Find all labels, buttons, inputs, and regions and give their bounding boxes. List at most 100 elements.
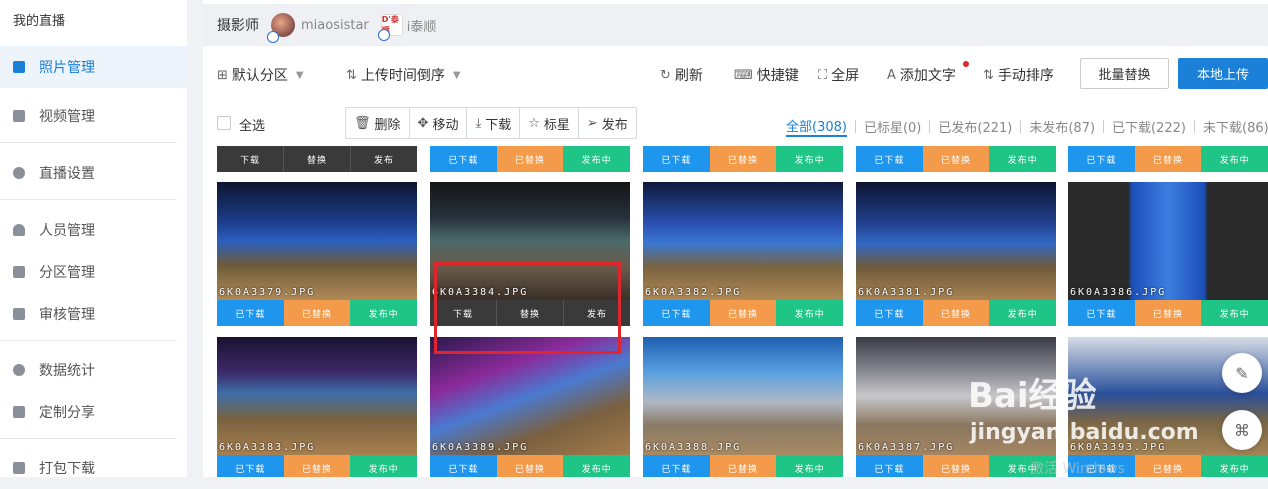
replaced-badge[interactable]: 已替换 bbox=[283, 300, 351, 326]
fullscreen-button[interactable]: ⛶ 全屏 bbox=[818, 65, 859, 85]
replaced-badge[interactable]: 已替换 bbox=[922, 146, 990, 172]
photographer-name: miaosistar bbox=[301, 17, 369, 33]
publishing-badge[interactable]: 发布中 bbox=[350, 300, 417, 326]
grid-icon: ⊞ bbox=[217, 67, 228, 83]
replaced-badge[interactable]: 已替换 bbox=[922, 300, 990, 326]
photo-card[interactable]: 6K0A3386.JPG 已下载 已替换 发布中 bbox=[1068, 182, 1268, 326]
publishing-badge[interactable]: 发布中 bbox=[1201, 455, 1268, 477]
replaced-badge[interactable]: 已替换 bbox=[1134, 300, 1202, 326]
move-button[interactable]: ✥ 移动 bbox=[410, 108, 468, 138]
downloaded-badge[interactable]: 已下载 bbox=[430, 455, 497, 477]
downloaded-badge[interactable]: 已下载 bbox=[856, 146, 923, 172]
sidebar-item-pack-download[interactable]: 打包下载 bbox=[0, 447, 187, 489]
downloaded-badge[interactable]: 已下载 bbox=[643, 300, 710, 326]
share-icon bbox=[13, 406, 25, 418]
filter-not-downloaded[interactable]: 未下载(86) bbox=[1203, 117, 1268, 136]
batch-replace-button[interactable]: 批量替换 bbox=[1080, 58, 1169, 89]
edit-icon[interactable]: ✎ bbox=[1222, 353, 1262, 393]
publishing-badge[interactable]: 发布中 bbox=[776, 300, 843, 326]
filter-downloaded[interactable]: 已下载(222) bbox=[1112, 117, 1186, 136]
publishing-badge[interactable]: 发布中 bbox=[563, 146, 631, 172]
downloaded-badge[interactable]: 已下载 bbox=[1068, 146, 1135, 172]
photo-card[interactable]: 6K0A3388.JPG 已下载 已替换 发布中 bbox=[643, 337, 843, 477]
photo-thumbnail[interactable]: 6K0A3386.JPG bbox=[1068, 182, 1268, 300]
publishing-badge[interactable]: 发布中 bbox=[776, 146, 844, 172]
publish-button[interactable]: 发布 bbox=[351, 146, 417, 172]
downloaded-badge[interactable]: 已下载 bbox=[643, 146, 710, 172]
shortcut-button[interactable]: ⌨ 快捷键 bbox=[734, 65, 799, 85]
photo-thumbnail[interactable]: 6K0A3388.JPG bbox=[643, 337, 843, 455]
photographer-item[interactable]: D'泰顺i泰顺 bbox=[377, 14, 436, 41]
replaced-badge[interactable]: 已替换 bbox=[283, 455, 351, 477]
add-text-button[interactable]: A 添加文字 bbox=[887, 65, 956, 85]
filter-published[interactable]: 已发布(221) bbox=[938, 117, 1012, 136]
sidebar-item-live-settings[interactable]: 直播设置 bbox=[0, 152, 187, 194]
photo-thumbnail[interactable]: 6K0A3383.JPG bbox=[217, 337, 417, 455]
photo-card[interactable]: 6K0A3381.JPG 已下载 已替换 发布中 bbox=[856, 182, 1056, 326]
sidebar-item-videos[interactable]: 视频管理 bbox=[0, 95, 187, 137]
replaced-badge[interactable]: 已替换 bbox=[496, 455, 564, 477]
photo-card[interactable]: 6K0A3379.JPG 已下载 已替换 发布中 bbox=[217, 182, 417, 326]
photo-card[interactable]: 6K0A3382.JPG 已下载 已替换 发布中 bbox=[643, 182, 843, 326]
sidebar-item-review[interactable]: 审核管理 bbox=[0, 293, 187, 335]
publishing-badge[interactable]: 发布中 bbox=[350, 455, 417, 477]
image-icon bbox=[13, 61, 25, 73]
photographer-item[interactable]: miaosistar bbox=[267, 13, 369, 43]
photo-thumbnail[interactable]: 6K0A3382.JPG bbox=[643, 182, 843, 300]
sidebar-item-share[interactable]: 定制分享 bbox=[0, 391, 187, 433]
local-upload-button[interactable]: 本地上传 bbox=[1178, 58, 1268, 89]
replaced-badge[interactable]: 已替换 bbox=[1134, 455, 1202, 477]
sort-select[interactable]: ⇅ 上传时间倒序 ▼ bbox=[346, 65, 461, 85]
photo-card[interactable]: 6K0A3389.JPG 已下载 已替换 发布中 bbox=[430, 337, 630, 477]
downloaded-badge[interactable]: 已下载 bbox=[217, 455, 284, 477]
action-row: 全选 🗑 删除 ✥ 移动 ⤓ 下载 ☆ 标星 ➢ 发布 全部(308) 已标星(0) 已发… bbox=[203, 107, 1268, 139]
downloaded-badge[interactable]: 已下载 bbox=[643, 455, 710, 477]
sidebar-item-stats[interactable]: 数据统计 bbox=[0, 349, 187, 391]
partition-select[interactable]: ⊞ 默认分区 ▼ bbox=[217, 65, 304, 85]
refresh-button[interactable]: ↻ 刷新 bbox=[660, 65, 703, 85]
delete-button[interactable]: 🗑 删除 bbox=[346, 108, 410, 138]
sidebar-item-photos[interactable]: 照片管理 bbox=[0, 46, 187, 88]
publish-button[interactable]: ➢ 发布 bbox=[579, 108, 636, 138]
photo-thumbnail[interactable]: 6K0A3379.JPG bbox=[217, 182, 417, 300]
star-button[interactable]: ☆ 标星 bbox=[520, 108, 579, 138]
sidebar-item-users[interactable]: 人员管理 bbox=[0, 209, 187, 251]
sidebar-item-partitions[interactable]: 分区管理 bbox=[0, 251, 187, 293]
photo-card[interactable]: 6K0A3383.JPG 已下载 已替换 发布中 bbox=[217, 337, 417, 477]
photo-status-bar: 已下载 已替换 发布中 bbox=[430, 146, 631, 172]
downloaded-badge[interactable]: 已下载 bbox=[856, 300, 923, 326]
publishing-badge[interactable]: 发布中 bbox=[1201, 146, 1268, 172]
publishing-badge[interactable]: 发布中 bbox=[776, 455, 843, 477]
publishing-badge[interactable]: 发布中 bbox=[989, 146, 1057, 172]
avatar: D'泰顺 bbox=[377, 14, 403, 41]
apps-icon[interactable]: ⌘ bbox=[1222, 410, 1262, 450]
replaced-badge[interactable]: 已替换 bbox=[709, 300, 777, 326]
divider bbox=[0, 142, 177, 143]
replaced-badge[interactable]: 已替换 bbox=[709, 146, 777, 172]
list-icon bbox=[13, 266, 25, 278]
photo-status-bar: 已下载 已替换 发布中 bbox=[856, 455, 1056, 477]
download-button[interactable]: ⤓ 下载 bbox=[467, 108, 521, 138]
manual-sort-button[interactable]: ⇅ 手动排序 bbox=[983, 65, 1054, 85]
downloaded-badge[interactable]: 已下载 bbox=[1068, 300, 1135, 326]
replaced-badge[interactable]: 已替换 bbox=[496, 146, 564, 172]
filter-unpublished[interactable]: 未发布(87) bbox=[1029, 117, 1095, 136]
replaced-badge[interactable]: 已替换 bbox=[1134, 146, 1202, 172]
radio-icon bbox=[267, 31, 279, 43]
publishing-badge[interactable]: 发布中 bbox=[989, 300, 1056, 326]
photo-thumbnail[interactable]: 6K0A3381.JPG bbox=[856, 182, 1056, 300]
publishing-badge[interactable]: 发布中 bbox=[563, 455, 630, 477]
publishing-badge[interactable]: 发布中 bbox=[1201, 300, 1268, 326]
downloaded-badge[interactable]: 已下载 bbox=[430, 146, 497, 172]
replaced-badge[interactable]: 已替换 bbox=[709, 455, 777, 477]
downloaded-badge[interactable]: 已下载 bbox=[856, 455, 923, 477]
select-all-checkbox[interactable] bbox=[217, 116, 231, 130]
replace-button[interactable]: 替换 bbox=[283, 146, 351, 172]
filter-starred[interactable]: 已标星(0) bbox=[864, 117, 921, 136]
replaced-badge[interactable]: 已替换 bbox=[922, 455, 990, 477]
star-label: 标星 bbox=[543, 117, 570, 133]
downloaded-badge[interactable]: 已下载 bbox=[217, 300, 284, 326]
photo-thumbnail[interactable]: 6K0A3389.JPG bbox=[430, 337, 630, 455]
download-button[interactable]: 下载 bbox=[217, 146, 283, 172]
filter-all[interactable]: 全部(308) bbox=[786, 116, 847, 137]
